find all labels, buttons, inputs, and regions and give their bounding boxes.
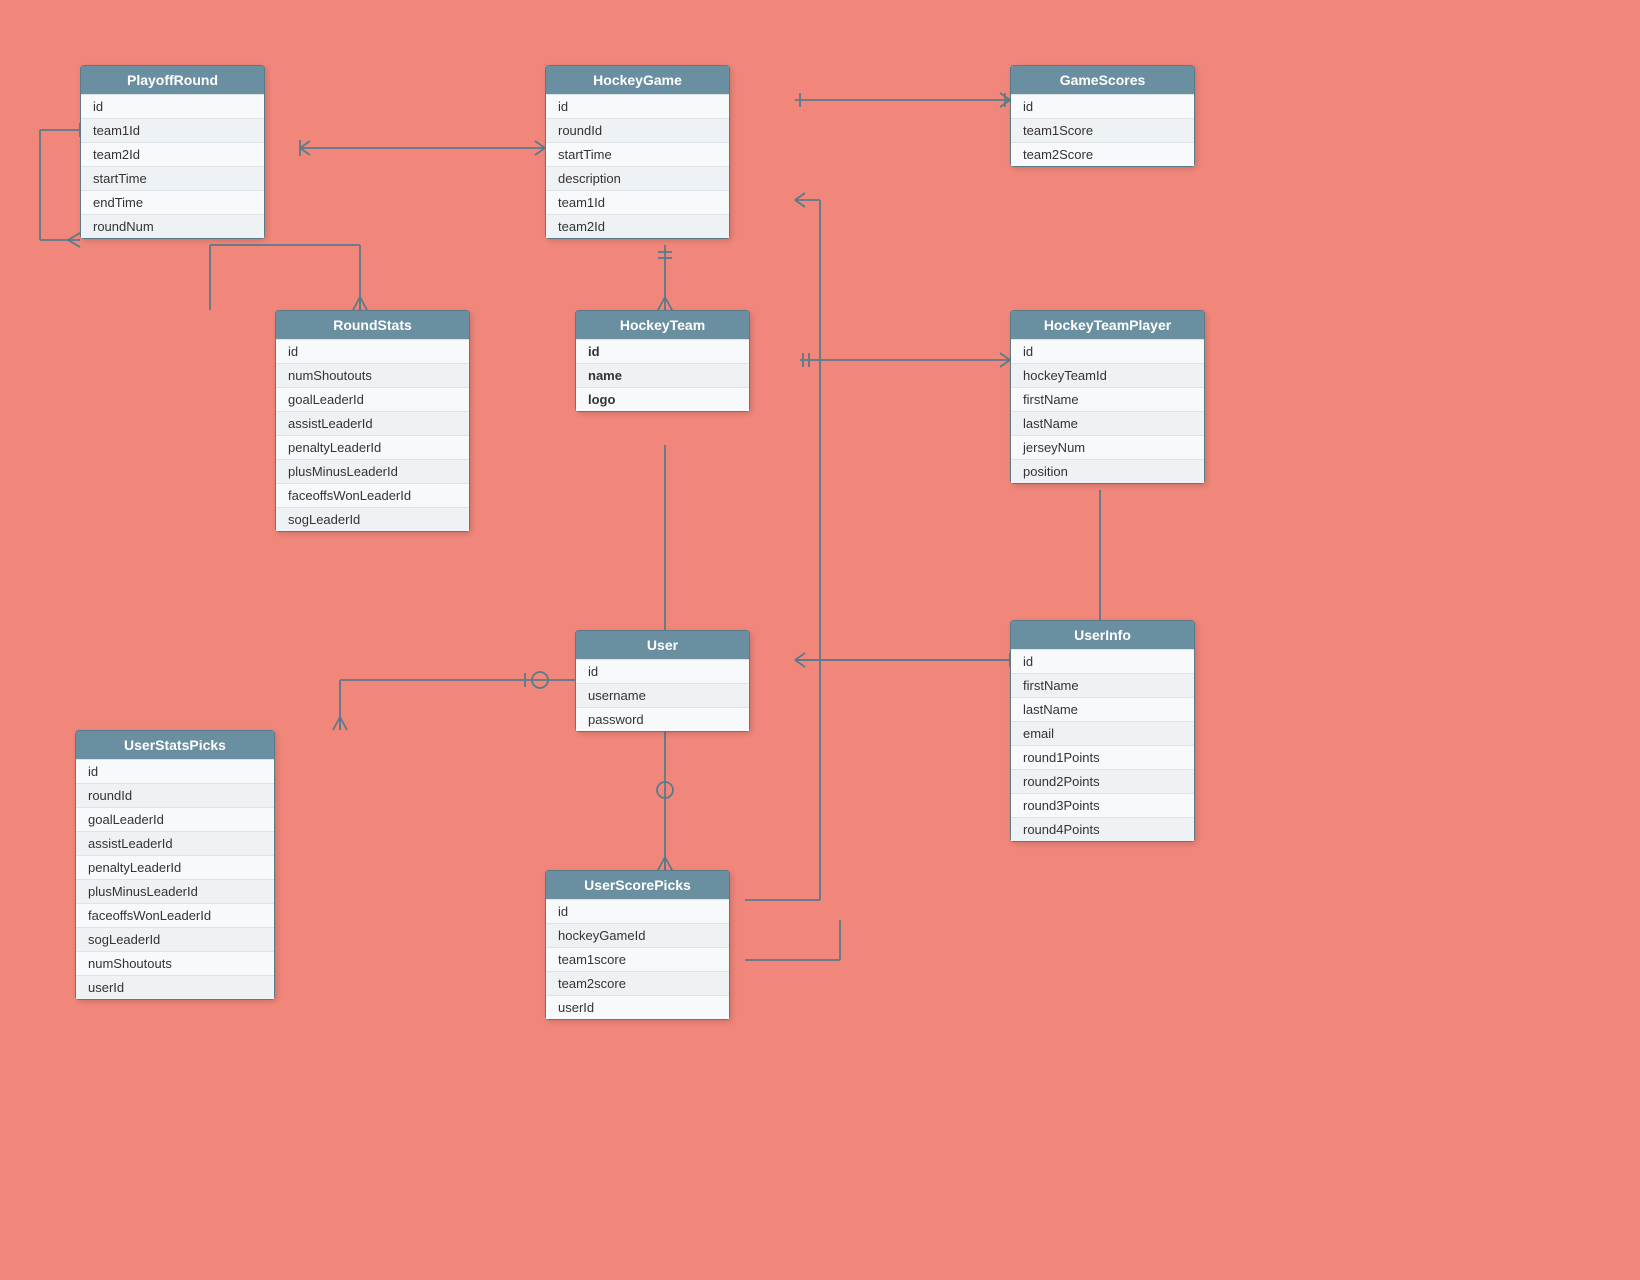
field-playoffround-roundnum: roundNum [81,214,264,238]
entity-userscorepicks: UserScorePicks id hockeyGameId team1scor… [545,870,730,1020]
field-roundstats-plusminusleaderid: plusMinusLeaderId [276,459,469,483]
diagram-container: PlayoffRound id team1Id team2Id startTim… [0,0,1640,1280]
field-userstatspicks-goalleaderid: goalLeaderId [76,807,274,831]
field-playoffround-team2id: team2Id [81,142,264,166]
entity-hockeyteamplayer: HockeyTeamPlayer id hockeyTeamId firstNa… [1010,310,1205,484]
field-user-password: password [576,707,749,731]
entity-gamescores: GameScores id team1Score team2Score [1010,65,1195,167]
field-hockeygame-roundid: roundId [546,118,729,142]
entity-playoffround: PlayoffRound id team1Id team2Id startTim… [80,65,265,239]
field-userinfo-email: email [1011,721,1194,745]
field-userstatspicks-plusminusleaderid: plusMinusLeaderId [76,879,274,903]
entity-userstatspicks: UserStatsPicks id roundId goalLeaderId a… [75,730,275,1000]
field-hockeyteamplayer-lastname: lastName [1011,411,1204,435]
field-userstatspicks-roundid: roundId [76,783,274,807]
field-userscorepicks-id: id [546,899,729,923]
field-userinfo-lastname: lastName [1011,697,1194,721]
field-hockeyteamplayer-jerseynum: jerseyNum [1011,435,1204,459]
field-roundstats-numshoutouts: numShoutouts [276,363,469,387]
entity-roundstats: RoundStats id numShoutouts goalLeaderId … [275,310,470,532]
field-roundstats-sogleaderid: sogLeaderId [276,507,469,531]
entity-hockeygame: HockeyGame id roundId startTime descript… [545,65,730,239]
field-roundstats-faceoffswonleaderid: faceoffsWonLeaderId [276,483,469,507]
field-hockeyteam-logo: logo [576,387,749,411]
field-userstatspicks-id: id [76,759,274,783]
field-gamescores-team2score: team2Score [1011,142,1194,166]
field-playoffround-endtime: endTime [81,190,264,214]
field-hockeygame-description: description [546,166,729,190]
field-hockeyteamplayer-firstname: firstName [1011,387,1204,411]
field-hockeyteamplayer-hockeyteamid: hockeyTeamId [1011,363,1204,387]
field-userinfo-firstname: firstName [1011,673,1194,697]
field-roundstats-penaltyleaderid: penaltyLeaderId [276,435,469,459]
field-userinfo-round4points: round4Points [1011,817,1194,841]
field-userstatspicks-numshoutouts: numShoutouts [76,951,274,975]
field-userscorepicks-hockeygameid: hockeyGameId [546,923,729,947]
entity-user-header: User [576,631,749,659]
field-userstatspicks-sogleaderid: sogLeaderId [76,927,274,951]
field-userscorepicks-team1score: team1score [546,947,729,971]
field-playoffround-team1id: team1Id [81,118,264,142]
field-hockeygame-id: id [546,94,729,118]
field-roundstats-goalleaderid: goalLeaderId [276,387,469,411]
entity-playoffround-header: PlayoffRound [81,66,264,94]
entity-hockeyteam: HockeyTeam id name logo [575,310,750,412]
entity-userinfo: UserInfo id firstName lastName email rou… [1010,620,1195,842]
field-roundstats-id: id [276,339,469,363]
field-userinfo-round3points: round3Points [1011,793,1194,817]
field-hockeyteam-id: id [576,339,749,363]
field-hockeyteamplayer-position: position [1011,459,1204,483]
entity-userscorepicks-header: UserScorePicks [546,871,729,899]
field-userstatspicks-penaltyleaderid: penaltyLeaderId [76,855,274,879]
entity-roundstats-header: RoundStats [276,311,469,339]
field-userstatspicks-assistleaderid: assistLeaderId [76,831,274,855]
field-roundstats-assistleaderid: assistLeaderId [276,411,469,435]
field-userinfo-round1points: round1Points [1011,745,1194,769]
field-userscorepicks-team2score: team2score [546,971,729,995]
entity-userstatspicks-header: UserStatsPicks [76,731,274,759]
field-hockeygame-starttime: startTime [546,142,729,166]
field-hockeyteamplayer-id: id [1011,339,1204,363]
field-userstatspicks-userid: userId [76,975,274,999]
entity-hockeyteamplayer-header: HockeyTeamPlayer [1011,311,1204,339]
field-userscorepicks-userid: userId [546,995,729,1019]
field-userinfo-id: id [1011,649,1194,673]
field-gamescores-team1score: team1Score [1011,118,1194,142]
entity-user: User id username password [575,630,750,732]
field-gamescores-id: id [1011,94,1194,118]
entity-gamescores-header: GameScores [1011,66,1194,94]
field-userinfo-round2points: round2Points [1011,769,1194,793]
field-playoffround-starttime: startTime [81,166,264,190]
field-hockeygame-team1id: team1Id [546,190,729,214]
field-user-id: id [576,659,749,683]
entity-hockeygame-header: HockeyGame [546,66,729,94]
field-hockeygame-team2id: team2Id [546,214,729,238]
entity-hockeyteam-header: HockeyTeam [576,311,749,339]
field-playoffround-id: id [81,94,264,118]
entity-userinfo-header: UserInfo [1011,621,1194,649]
field-hockeyteam-name: name [576,363,749,387]
field-user-username: username [576,683,749,707]
field-userstatspicks-faceoffswonleaderid: faceoffsWonLeaderId [76,903,274,927]
